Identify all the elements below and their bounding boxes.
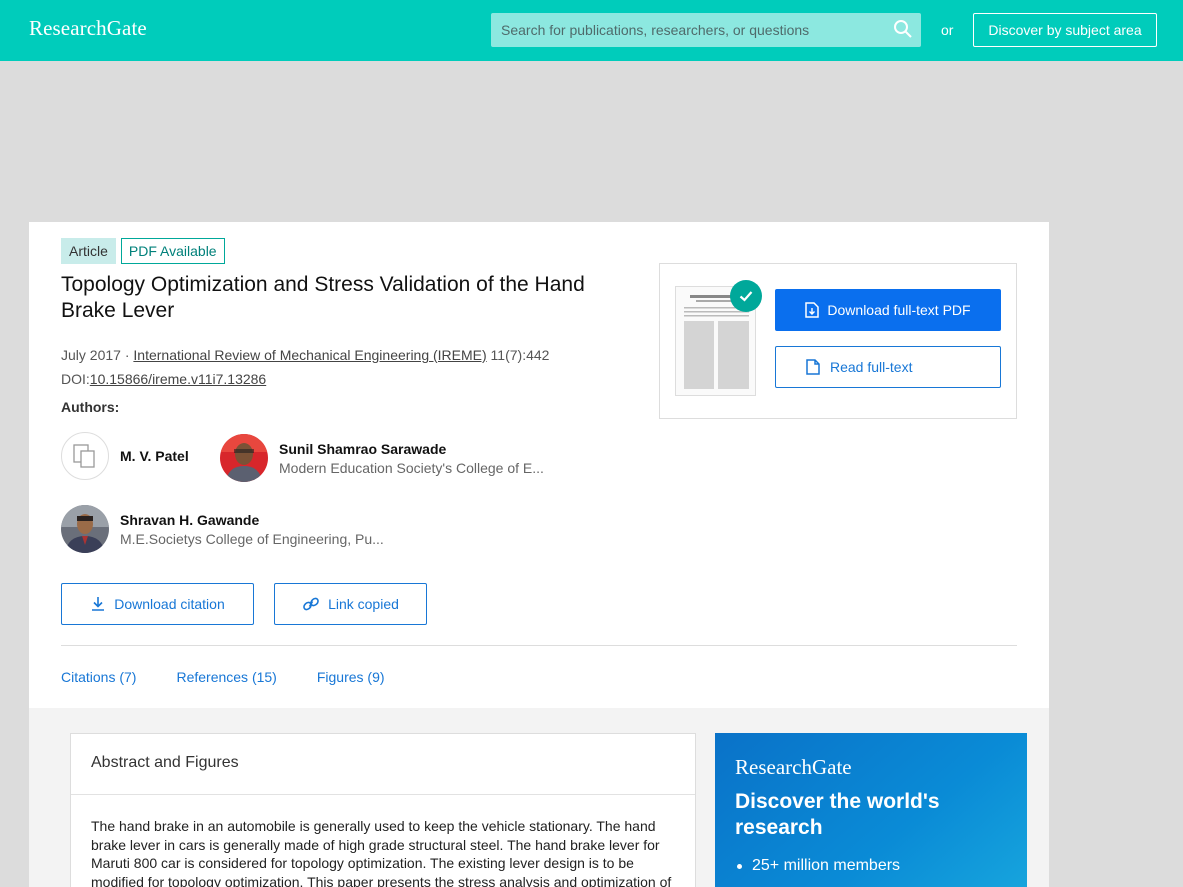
author-item[interactable]: Sunil Shamrao Sarawade Modern Education … <box>220 434 544 482</box>
article-card: Article PDF Available Topology Optimizat… <box>29 222 1049 708</box>
author-item[interactable]: M. V. Patel <box>61 432 189 480</box>
author-photo <box>220 434 268 482</box>
bullet-dot <box>737 863 742 869</box>
download-citation-button[interactable]: Download citation <box>61 583 254 625</box>
tab-figures[interactable]: Figures (9) <box>317 669 385 685</box>
copy-link-button[interactable]: Link copied <box>274 583 427 625</box>
abstract-line: modified for topology optimization. This… <box>91 873 672 887</box>
author-placeholder-avatar <box>61 432 109 480</box>
author-name[interactable]: Sunil Shamrao Sarawade <box>279 441 544 457</box>
document-icon <box>806 359 820 375</box>
content-area: Abstract and Figures The hand brake in a… <box>29 708 1049 887</box>
author-affiliation: Modern Education Society's College of E.… <box>279 459 544 476</box>
author-affiliation: M.E.Societys College of Engineering, Pu.… <box>120 530 384 547</box>
divider <box>61 645 1017 646</box>
author-item[interactable]: Shravan H. Gawande M.E.Societys College … <box>61 505 384 553</box>
or-label: or <box>941 22 954 38</box>
download-icon <box>92 597 105 611</box>
abstract-heading: Abstract and Figures <box>71 734 695 795</box>
signup-promo-panel: ResearchGate Discover the world's resear… <box>715 733 1027 887</box>
authors-heading: Authors: <box>61 399 120 415</box>
download-full-text-pdf-button[interactable]: Download full-text PDF <box>775 289 1001 331</box>
abstract-line: brake lever in cars is generally made of… <box>91 836 660 853</box>
abstract-panel: Abstract and Figures The hand brake in a… <box>70 733 696 887</box>
article-badges: Article PDF Available <box>61 238 225 264</box>
journal-volume: 11(7):442 <box>486 347 550 363</box>
article-type-badge: Article <box>61 238 116 264</box>
abstract-text: The hand brake in an automobile is gener… <box>71 795 695 887</box>
search-box[interactable] <box>491 13 921 47</box>
author-photo <box>61 505 109 553</box>
abstract-line: The hand brake in an automobile is gener… <box>91 818 656 834</box>
link-icon <box>303 597 319 611</box>
doi-info: DOI:10.15866/ireme.v11i7.13286 <box>61 371 266 387</box>
publication-date: July 2017 <box>61 347 121 363</box>
article-tabs: Citations (7) References (15) Figures (9… <box>61 669 385 685</box>
document-copy-icon <box>73 444 95 468</box>
pdf-download-icon <box>805 302 820 318</box>
journal-link[interactable]: International Review of Mechanical Engin… <box>133 347 486 363</box>
meta-separator: · <box>120 347 134 363</box>
abstract-line: Maruti 800 car is considered for topolog… <box>91 855 634 871</box>
doi-label: DOI: <box>61 371 90 387</box>
read-full-text-label: Read full-text <box>830 359 913 375</box>
promo-bullet-text: 25+ million members <box>752 857 901 874</box>
tab-references[interactable]: References (15) <box>176 669 276 685</box>
link-copied-label: Link copied <box>328 596 399 612</box>
author-photo-avatar <box>61 505 109 553</box>
author-name[interactable]: Shravan H. Gawande <box>120 512 384 528</box>
pdf-available-badge: PDF Available <box>120 238 225 264</box>
discover-by-subject-button[interactable]: Discover by subject area <box>973 13 1157 47</box>
promo-heading: Discover the world's research <box>735 790 940 839</box>
tab-citations[interactable]: Citations (7) <box>61 669 136 685</box>
article-title: Topology Optimization and Stress Validat… <box>61 273 585 322</box>
download-citation-label: Download citation <box>114 596 225 612</box>
promo-bullet: 25+ million members <box>737 857 900 875</box>
search-input[interactable] <box>491 13 891 47</box>
read-full-text-button[interactable]: Read full-text <box>775 346 1001 388</box>
publication-info: July 2017 · International Review of Mech… <box>61 347 549 363</box>
doi-link[interactable]: 10.15866/ireme.v11i7.13286 <box>90 371 266 387</box>
full-text-panel: Download full-text PDF Read full-text <box>659 263 1017 419</box>
author-name[interactable]: M. V. Patel <box>120 448 189 464</box>
researchgate-logo[interactable]: ResearchGate <box>29 16 147 41</box>
checkmark-icon <box>739 291 753 302</box>
top-navigation-bar: ResearchGate or Discover by subject area <box>0 0 1183 61</box>
promo-logo: ResearchGate <box>735 755 852 779</box>
search-icon[interactable] <box>893 19 913 39</box>
download-pdf-label: Download full-text PDF <box>827 302 971 318</box>
check-badge <box>730 280 762 312</box>
author-photo-avatar <box>220 434 268 482</box>
